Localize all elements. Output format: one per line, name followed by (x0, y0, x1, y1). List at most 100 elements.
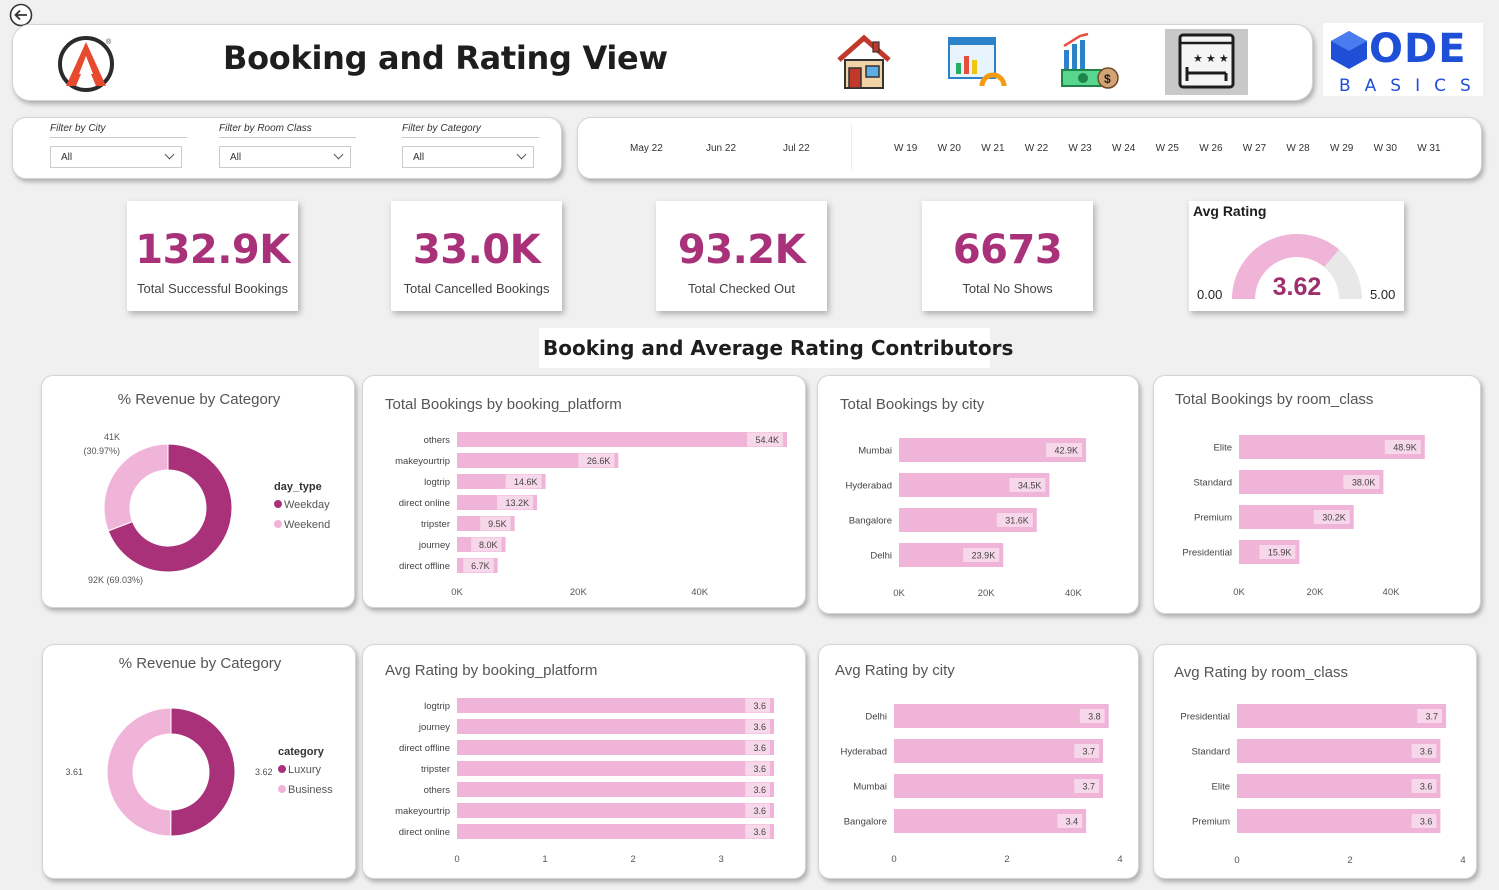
week-slicer-item[interactable]: W 21 (981, 143, 1004, 154)
bar (1237, 739, 1441, 763)
chart-revenue-category: % Revenue by Category 3.61 3.62 category Lux… (42, 644, 356, 879)
data-label: 3.6 (1420, 817, 1433, 827)
category-label: Hyderabad (841, 747, 887, 758)
axis-tick-label: 20K (570, 587, 588, 598)
category-label: others (424, 435, 451, 446)
month-slicer-item[interactable]: Jun 22 (706, 143, 736, 154)
data-label: 3.4 (1066, 817, 1079, 827)
category-label: tripster (421, 764, 450, 775)
category-label: Delhi (865, 712, 887, 723)
filter-city-select[interactable]: All (50, 146, 182, 168)
category-label: Bangalore (849, 516, 892, 527)
data-label: 3.61 (65, 767, 83, 777)
bar (457, 740, 774, 755)
avg-rating-gauge: Avg Rating 3.62 0.00 5.00 (1193, 203, 1395, 302)
axis-tick-label: 2 (630, 854, 635, 865)
category-label: journey (418, 722, 450, 733)
hotel-rating-icon: ★ ★ ★ (1178, 33, 1235, 89)
filter-room-class[interactable]: Filter by Room Class All (219, 123, 356, 168)
bar-chart: Avg Rating by room_class Presidential 3.7 S… (1174, 664, 1466, 866)
nav-rating-button[interactable]: ★ ★ ★ (1165, 29, 1248, 95)
week-slicer-item[interactable]: W 30 (1374, 143, 1397, 154)
filter-city[interactable]: Filter by City All (50, 123, 187, 168)
category-label: Premium (1194, 513, 1232, 524)
axis-tick-label: 20K (1307, 587, 1325, 598)
data-label: 31.6K (1005, 516, 1029, 526)
filter-category[interactable]: Filter by Category All (402, 123, 539, 168)
filter-room-class-select[interactable]: All (219, 146, 351, 168)
kpi-label: Total No Shows (962, 281, 1053, 296)
svg-text:®: ® (106, 38, 112, 46)
data-label: (30.97%) (83, 446, 120, 456)
data-label: 3.6 (753, 785, 766, 795)
chart-title: Avg Rating by room_class (1174, 664, 1348, 681)
chart-rating-city: Avg Rating by city Delhi 3.8 Hyderabad 3.7 Mu… (818, 644, 1139, 879)
week-slicer-item[interactable]: W 28 (1286, 143, 1309, 154)
week-slicer-item[interactable]: W 19 (894, 143, 917, 154)
week-slicer-item[interactable]: W 26 (1199, 143, 1222, 154)
nav-home-button[interactable] (833, 30, 895, 94)
category-label: Delhi (870, 551, 892, 562)
chevron-down-icon (516, 149, 527, 160)
chart-title: Total Bookings by city (840, 396, 985, 413)
axis-tick-label: 0K (451, 587, 463, 598)
gauge-min-label: 0.00 (1197, 287, 1222, 302)
axis-tick-label: 0K (1233, 587, 1245, 598)
chevron-down-icon (333, 149, 344, 160)
bar (894, 704, 1109, 728)
data-label: 92K (69.03%) (88, 575, 143, 585)
bar (457, 761, 774, 776)
filters-panel: Filter by City All Filter by Room Class … (12, 117, 562, 179)
legend-marker (274, 520, 282, 528)
donut-slice (106, 707, 172, 837)
week-slicer-item[interactable]: W 24 (1112, 143, 1135, 154)
bar (457, 432, 788, 447)
data-label: 3.6 (753, 701, 766, 711)
legend-label: Luxury (288, 764, 322, 776)
category-label: direct online (399, 498, 450, 509)
kpi-checked-out: 93.2K Total Checked Out (656, 201, 827, 311)
legend-marker (278, 785, 286, 793)
brand-name: ODE (1369, 26, 1467, 72)
bar-chart: Total Bookings by booking_platformothers… (385, 396, 788, 598)
month-slicer-item[interactable]: Jul 22 (783, 143, 810, 154)
app-logo: ® (55, 32, 117, 94)
filter-room-class-label: Filter by Room Class (219, 123, 356, 138)
brand-subtitle: BASICS (1339, 76, 1485, 96)
bar (457, 782, 774, 797)
axis-tick-label: 4 (1117, 854, 1122, 865)
bar-chart: Total Bookings by city Mumbai 42.9K Hyderab… (840, 396, 1087, 599)
chart-title: Total Bookings by room_class (1175, 391, 1373, 408)
data-label: 3.6 (753, 722, 766, 732)
atliq-logo-icon: ® (58, 36, 114, 92)
home-icon (837, 34, 891, 89)
data-label: 3.7 (1426, 712, 1439, 722)
week-slicer-item[interactable]: W 31 (1417, 143, 1440, 154)
donut-chart: % Revenue by Category 3.61 3.62 category Lux… (65, 655, 333, 837)
week-slicer-item[interactable]: W 23 (1068, 143, 1091, 154)
week-slicer-item[interactable]: W 20 (938, 143, 961, 154)
gauge-max-label: 5.00 (1370, 287, 1395, 302)
category-label: Elite (1214, 443, 1232, 454)
svg-text:$: $ (1104, 72, 1111, 86)
week-slicer-item[interactable]: W 22 (1025, 143, 1048, 154)
data-label: 42.9K (1055, 446, 1079, 456)
week-slicer-item[interactable]: W 27 (1243, 143, 1266, 154)
data-label: 34.5K (1018, 481, 1042, 491)
filter-category-select[interactable]: All (402, 146, 534, 168)
nav-analytics-button[interactable] (946, 30, 1008, 94)
chart-title: % Revenue by Category (118, 391, 281, 408)
month-slicer-item[interactable]: May 22 (630, 143, 663, 154)
data-label: 30.2K (1322, 513, 1346, 523)
category-label: Elite (1212, 782, 1230, 793)
data-label: 3.6 (753, 827, 766, 837)
week-slicer-item[interactable]: W 25 (1156, 143, 1179, 154)
chart-title: Avg Rating by city (835, 662, 955, 679)
bar-chart: Total Bookings by room_class Elite 48.9K St… (1175, 391, 1425, 598)
bar (894, 774, 1104, 798)
bar (1237, 704, 1447, 728)
data-label: 3.6 (753, 806, 766, 816)
legend-label: Weekday (284, 499, 330, 511)
nav-revenue-button[interactable]: $ (1058, 30, 1123, 94)
week-slicer-item[interactable]: W 29 (1330, 143, 1353, 154)
